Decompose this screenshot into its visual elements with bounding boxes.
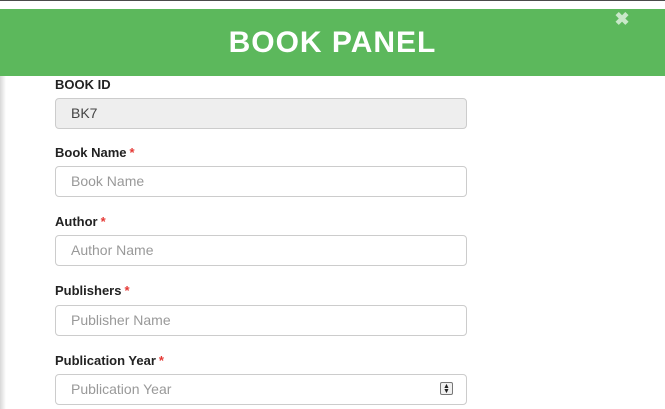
book-id-group: BOOK ID bbox=[55, 76, 111, 94]
panel-title: BOOK PANEL bbox=[228, 25, 437, 59]
author-group: Author * bbox=[55, 213, 106, 231]
book-name-input[interactable]: Book Name bbox=[55, 166, 467, 197]
panel-header: BOOK PANEL ✖ bbox=[0, 9, 665, 76]
required-mark: * bbox=[100, 214, 106, 229]
required-mark: * bbox=[158, 353, 164, 368]
author-input[interactable]: Author Name bbox=[55, 235, 467, 266]
publishers-group: Publishers * bbox=[55, 282, 130, 300]
book-id-field[interactable]: BK7 bbox=[55, 98, 467, 129]
book-id-label: BOOK ID bbox=[55, 77, 111, 92]
publication-year-group: Publication Year * bbox=[55, 352, 164, 370]
number-spinner-icon[interactable]: ▲ ▼ bbox=[440, 382, 453, 395]
required-mark: * bbox=[124, 283, 130, 298]
publication-year-input[interactable]: Publication Year bbox=[55, 374, 467, 405]
publishers-input[interactable]: Publisher Name bbox=[55, 305, 467, 336]
publishers-label: Publishers * bbox=[55, 283, 130, 298]
close-icon[interactable]: ✖ bbox=[613, 10, 631, 28]
publication-year-label: Publication Year * bbox=[55, 353, 164, 368]
author-label: Author * bbox=[55, 214, 106, 229]
required-mark: * bbox=[129, 145, 135, 160]
publication-year-wrapper: Publication Year ▲ ▼ bbox=[55, 374, 467, 405]
book-name-label: Book Name * bbox=[55, 145, 135, 160]
book-name-group: Book Name * bbox=[55, 144, 135, 162]
